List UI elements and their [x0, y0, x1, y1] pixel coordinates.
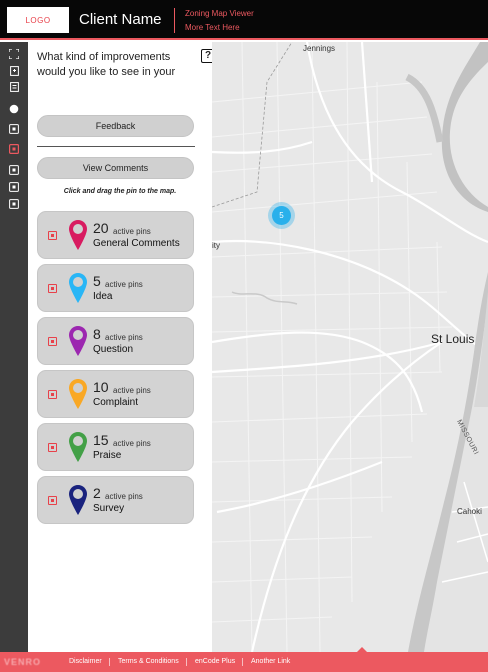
view-comments-button[interactable]: View Comments: [37, 157, 194, 179]
category-card-question[interactable]: 8 active pins Question: [37, 317, 194, 365]
logo[interactable]: LOGO: [7, 7, 69, 33]
category-name: Question: [93, 344, 134, 355]
client-name: Client Name: [79, 11, 162, 28]
cluster-count: 5: [272, 206, 291, 225]
footer-link-disclaimer[interactable]: Disclaimer: [69, 658, 102, 665]
active-pins-label: active pins: [105, 280, 143, 289]
active-pin-count: 10: [93, 379, 109, 395]
active-pin-count: 2: [93, 485, 101, 501]
footer-link-encode-plus[interactable]: enCode Plus: [195, 658, 235, 665]
active-pins-label: active pins: [113, 439, 151, 448]
help-icon-glyph: ?: [204, 50, 212, 61]
category-name: Survey: [93, 503, 125, 514]
footer-link-terms[interactable]: Terms & Conditions: [118, 658, 179, 665]
header-subtitle: Zoning Map Viewer: [185, 9, 254, 18]
header-subtitle-secondary: More Text Here: [185, 23, 240, 32]
category-card-survey[interactable]: 2 active pins Survey: [37, 476, 194, 524]
feedback-button-label: Feedback: [95, 121, 136, 131]
view-comments-label: View Comments: [82, 163, 149, 173]
map-pin-icon[interactable]: [69, 485, 87, 515]
active-pins-label: active pins: [105, 492, 143, 501]
map-view[interactable]: Jennings ity St Louis MISSOURI Cahoki 5: [212, 42, 488, 652]
active-pin-count: 15: [93, 432, 109, 448]
left-toolbar: [0, 42, 28, 652]
footer-link-another[interactable]: Another Link: [251, 658, 290, 665]
comment-active-icon[interactable]: [8, 143, 20, 155]
category-name: Complaint: [93, 397, 139, 408]
comment-icon[interactable]: [8, 164, 20, 176]
active-pins-label: active pins: [113, 386, 151, 395]
map-basemap: [212, 42, 488, 652]
active-pin-count: 5: [93, 273, 101, 289]
footer-separator: [242, 658, 243, 666]
app-header: LOGO Client Name Zoning Map Viewer More …: [0, 0, 488, 40]
category-name: General Comments: [93, 238, 180, 249]
category-card-complaint[interactable]: 10 active pins Complaint: [37, 370, 194, 418]
panel-divider: [37, 146, 195, 147]
app-footer: VENRO Disclaimer Terms & Conditions enCo…: [0, 652, 488, 672]
category-name: Praise: [93, 450, 122, 461]
map-label-jennings: Jennings: [303, 44, 336, 53]
map-pin-icon[interactable]: [69, 273, 87, 303]
layers-icon[interactable]: [8, 65, 20, 77]
comment-icon[interactable]: [8, 123, 20, 135]
active-pin-count: 8: [93, 326, 101, 342]
feedback-panel: What kind of improvements would you like…: [28, 42, 215, 652]
map-pin-icon[interactable]: [69, 220, 87, 250]
circle-icon[interactable]: [8, 103, 20, 115]
logo-text: LOGO: [25, 15, 51, 25]
feedback-button[interactable]: Feedback: [37, 115, 194, 137]
comment-icon: [48, 443, 57, 452]
category-card-general-comments[interactable]: 20 active pins General Comments: [37, 211, 194, 259]
active-pins-label: active pins: [105, 333, 143, 342]
map-pin-icon[interactable]: [69, 432, 87, 462]
comment-icon[interactable]: [8, 181, 20, 193]
list-icon[interactable]: [8, 81, 20, 93]
map-label-st-louis: St Louis: [431, 332, 475, 346]
comment-icon: [48, 496, 57, 505]
footer-separator: [186, 658, 187, 666]
comment-icon: [48, 390, 57, 399]
comment-icon: [48, 231, 57, 240]
comment-icon[interactable]: [8, 198, 20, 210]
footer-brand-logo: VENRO: [4, 657, 42, 667]
header-divider: [174, 8, 175, 33]
fullscreen-icon[interactable]: [8, 48, 20, 60]
map-label-city: ity: [212, 241, 220, 250]
active-pins-label: active pins: [113, 227, 151, 236]
map-label-cahokia: Cahoki: [457, 507, 482, 516]
footer-separator: [109, 658, 110, 666]
drag-instruction: Click and drag the pin to the map.: [63, 188, 177, 195]
category-card-idea[interactable]: 5 active pins Idea: [37, 264, 194, 312]
category-card-praise[interactable]: 15 active pins Praise: [37, 423, 194, 471]
comment-icon: [48, 337, 57, 346]
map-pin-icon[interactable]: [69, 379, 87, 409]
active-pin-count: 20: [93, 220, 109, 236]
survey-question: What kind of improvements would you like…: [37, 51, 176, 78]
map-pin-icon[interactable]: [69, 326, 87, 356]
pin-cluster-marker[interactable]: 5: [268, 202, 295, 229]
category-name: Idea: [93, 291, 113, 302]
comment-icon: [48, 284, 57, 293]
